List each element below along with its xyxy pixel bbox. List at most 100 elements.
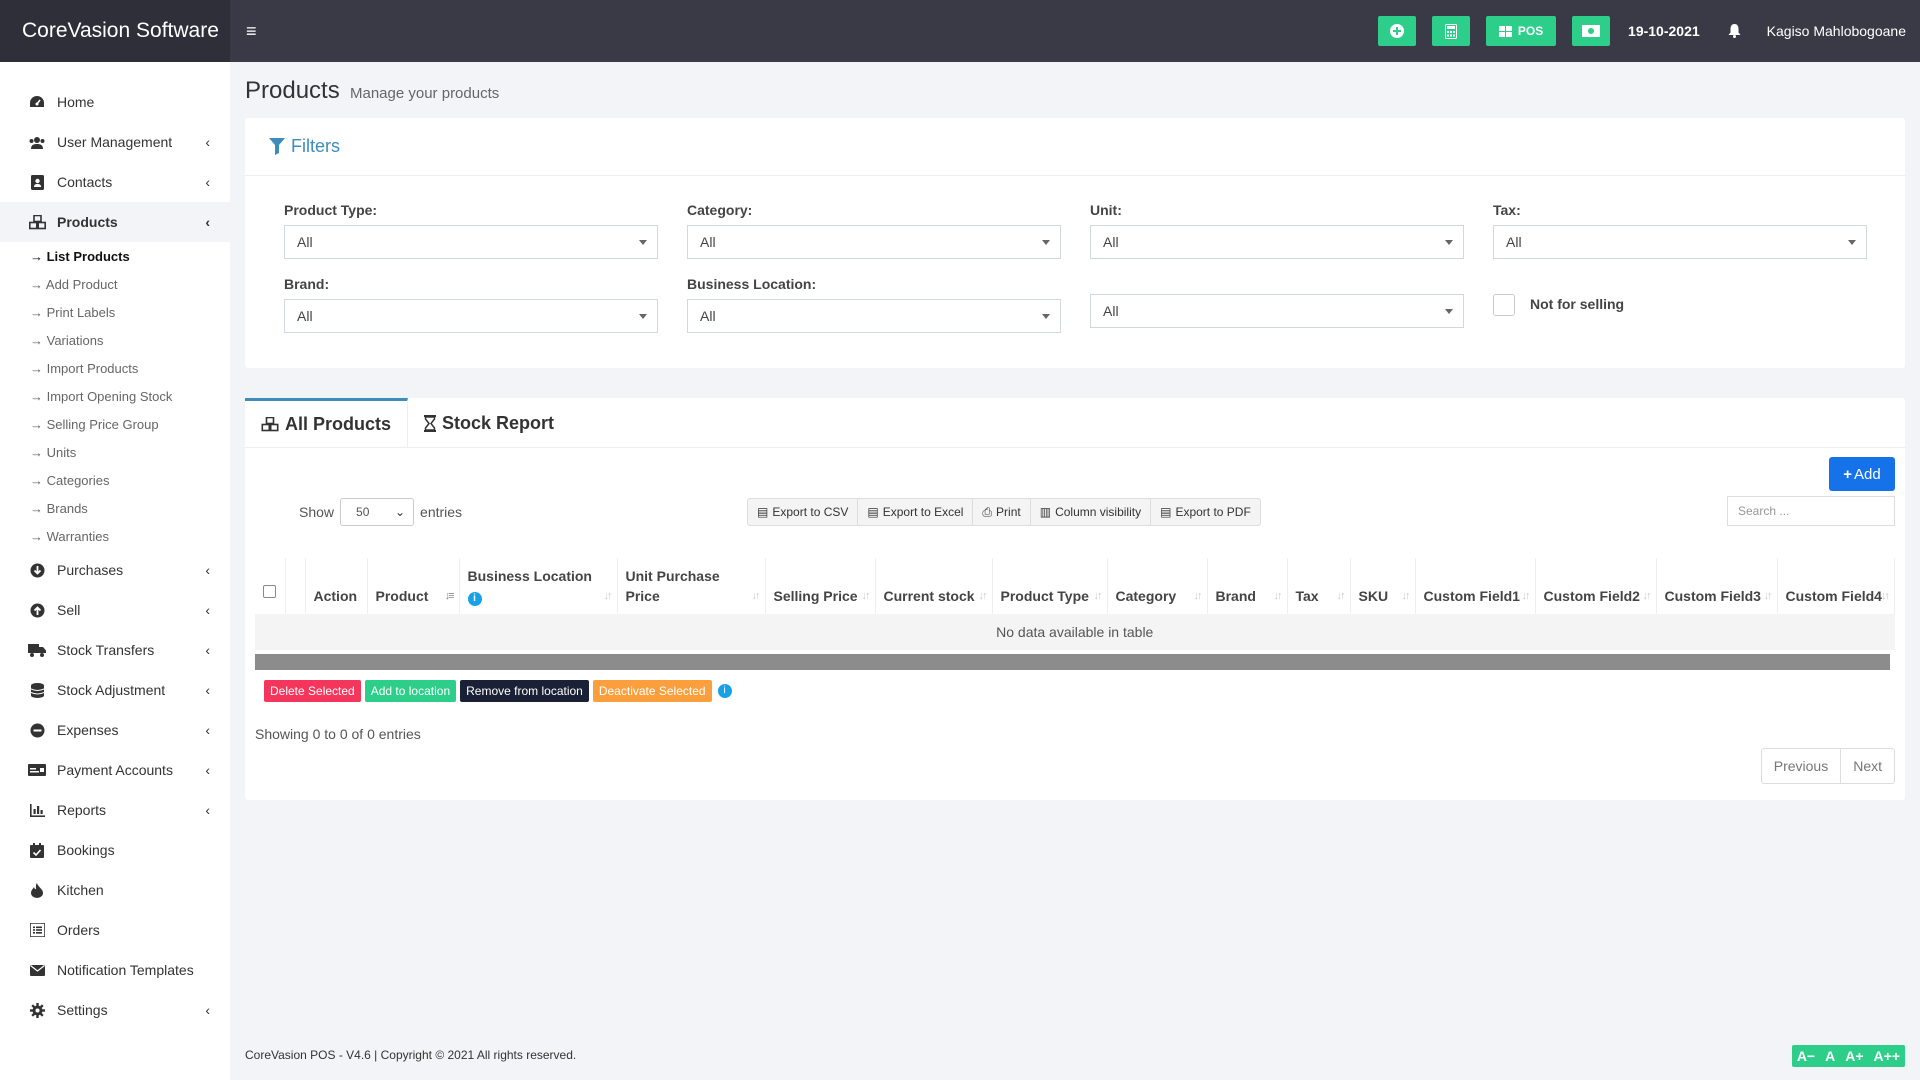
column-visibility-button[interactable]: ▥ Column visibility [1031, 499, 1152, 525]
sidebar-subitem-variations[interactable]: → Variations [0, 326, 230, 354]
sidebar-item-label: Sell [57, 602, 81, 618]
unit-select[interactable]: All [1090, 225, 1464, 259]
calculator-button[interactable] [1432, 16, 1471, 46]
export-excel-button[interactable]: ▤ Export to Excel [858, 499, 974, 525]
sidebar-item-sell[interactable]: Sell ‹ [0, 590, 230, 630]
previous-page-button[interactable]: Previous [1762, 749, 1842, 783]
column-header-product[interactable]: Product ↓≡ [367, 558, 460, 614]
column-header-custom-field4[interactable]: Custom Field4 ↓↑ [1777, 558, 1895, 614]
font-reset-button[interactable]: A [1820, 1045, 1840, 1067]
select-all-checkbox[interactable] [263, 585, 276, 598]
sidebar-item-home[interactable]: Home [0, 82, 230, 122]
not-for-selling-checkbox[interactable] [1493, 294, 1515, 316]
next-page-button[interactable]: Next [1841, 749, 1894, 783]
sort-icon: ↓↑ [1336, 590, 1346, 602]
sidebar-item-bookings[interactable]: Bookings [0, 830, 230, 870]
sidebar-item-stock-adjustment[interactable]: Stock Adjustment ‹ [0, 670, 230, 710]
filters-toggle[interactable]: Filters [245, 118, 1905, 176]
sidebar-subitem-units[interactable]: → Units [0, 438, 230, 466]
sidebar-subitem-selling-price-group[interactable]: → Selling Price Group [0, 410, 230, 438]
sidebar-item-label: Kitchen [57, 882, 104, 898]
column-header-tax[interactable]: Tax ↓↑ [1287, 558, 1351, 614]
brand-select[interactable]: All [284, 299, 658, 333]
table-header-row: Action Product ↓≡ Business Location i ↓↑ U… [255, 558, 1895, 614]
column-header-sku[interactable]: SKU ↓↑ [1350, 558, 1416, 614]
print-button[interactable]: ⎙ Print [973, 499, 1031, 525]
sidebar-item-kitchen[interactable]: Kitchen [0, 870, 230, 910]
sidebar-subitem-import-products[interactable]: → Import Products [0, 354, 230, 382]
sidebar-item-contacts[interactable]: Contacts ‹ [0, 162, 230, 202]
sidebar-item-reports[interactable]: Reports ‹ [0, 790, 230, 830]
column-header-custom-field2[interactable]: Custom Field2 ↓↑ [1535, 558, 1657, 614]
sidebar-subitem-list-products[interactable]: → List Products [0, 242, 230, 270]
sidebar-item-user-management[interactable]: User Management ‹ [0, 122, 230, 162]
sidebar-item-label: Bookings [57, 842, 115, 858]
column-header-business-location[interactable]: Business Location i ↓↑ [459, 558, 618, 614]
page-subtitle: Manage your products [350, 85, 500, 102]
tab-stock-report[interactable]: Stock Report [408, 398, 570, 448]
delete-selected-button[interactable]: Delete Selected [264, 680, 361, 702]
sidebar-subitem-warranties[interactable]: → Warranties [0, 522, 230, 550]
column-header-custom-field3[interactable]: Custom Field3 ↓↑ [1656, 558, 1778, 614]
column-header-unit-purchase-price[interactable]: Unit Purchase Price ↓↑ [617, 558, 766, 614]
cash-register-button[interactable] [1572, 16, 1611, 46]
sidebar-item-notification-templates[interactable]: Notification Templates [0, 950, 230, 990]
sidebar-item-label: Stock Transfers [57, 642, 155, 658]
column-header-category[interactable]: Category ↓↑ [1107, 558, 1208, 614]
sidebar-item-expenses[interactable]: Expenses ‹ [0, 710, 230, 750]
column-header-custom-field1[interactable]: Custom Field1 ↓↑ [1415, 558, 1536, 614]
export-buttons: ▤ Export to CSV ▤ Export to Excel ⎙ Print ▥… [747, 498, 1261, 526]
font-decrease-button[interactable]: A− [1792, 1045, 1820, 1067]
font-increase-more-button[interactable]: A++ [1869, 1045, 1905, 1067]
sidebar-item-purchases[interactable]: Purchases ‹ [0, 550, 230, 590]
sidebar-subitem-brands[interactable]: → Brands [0, 494, 230, 522]
sidebar-item-products[interactable]: Products ‹ [0, 202, 230, 242]
sidebar-subitem-categories[interactable]: → Categories [0, 466, 230, 494]
info-circle-icon[interactable]: i [717, 684, 732, 698]
tax-select[interactable]: All [1493, 225, 1867, 259]
export-csv-button[interactable]: ▤ Export to CSV [748, 499, 859, 525]
active-state-select[interactable]: All [1090, 294, 1464, 328]
notifications-bell-icon[interactable] [1728, 24, 1741, 38]
category-select[interactable]: All [687, 225, 1061, 259]
add-sale-button[interactable] [1378, 16, 1417, 46]
sidebar-item-stock-transfers[interactable]: Stock Transfers ‹ [0, 630, 230, 670]
user-menu[interactable]: Kagiso Mahlobogoane [1767, 23, 1906, 39]
sort-icon: ↓↑ [1642, 590, 1652, 602]
table-search-input[interactable]: Search ... [1727, 496, 1895, 526]
sidebar-toggle-icon[interactable]: ≡ [246, 21, 257, 42]
font-increase-button[interactable]: A+ [1840, 1045, 1868, 1067]
sort-asc-icon: ↓≡ [444, 590, 455, 602]
sort-icon: ↓↑ [1401, 590, 1411, 602]
deactivate-selected-button[interactable]: Deactivate Selected [592, 680, 712, 702]
chevron-left-icon: ‹ [205, 762, 210, 778]
column-header-selling-price[interactable]: Selling Price ↓↑ [765, 558, 876, 614]
sidebar-item-settings[interactable]: Settings ‹ [0, 990, 230, 1030]
horizontal-scrollbar[interactable] [255, 654, 1890, 670]
product-type-select[interactable]: All [284, 225, 658, 259]
pos-button[interactable]: POS [1486, 16, 1557, 46]
sidebar-subitem-print-labels[interactable]: → Print Labels [0, 298, 230, 326]
business-location-select[interactable]: All [687, 299, 1061, 333]
sidebar-subitem-add-product[interactable]: → Add Product [0, 270, 230, 298]
list-icon [27, 923, 47, 937]
sidebar-item-orders[interactable]: Orders [0, 910, 230, 950]
sidebar-subitem-import-opening-stock[interactable]: → Import Opening Stock [0, 382, 230, 410]
add-to-location-button[interactable]: Add to location [364, 680, 457, 702]
sidebar-item-payment-accounts[interactable]: Payment Accounts ‹ [0, 750, 230, 790]
business-location-value: All [700, 308, 716, 324]
export-pdf-button[interactable]: ▤ Export to PDF [1151, 499, 1260, 525]
column-header-product-type[interactable]: Product Type ↓↑ [992, 558, 1108, 614]
sidebar-item-label: Notification Templates [57, 962, 194, 978]
column-header-brand[interactable]: Brand ↓↑ [1207, 558, 1288, 614]
sidebar-item-label: Products [57, 214, 118, 230]
column-header-current-stock[interactable]: Current stock ↓↑ [875, 558, 993, 614]
tab-all-products[interactable]: All Products [245, 398, 409, 448]
brand-logo[interactable]: CoreVasion Software [0, 0, 230, 62]
chart-bar-icon [27, 803, 47, 817]
remove-from-location-button[interactable]: Remove from location [460, 680, 589, 702]
top-navbar: CoreVasion Software ≡ POS 19-10-2021 Kag… [0, 0, 1920, 62]
product-type-value: All [297, 234, 313, 250]
add-product-button[interactable]: + Add [1829, 457, 1895, 491]
page-length-select[interactable]: 50 ⌄ [340, 498, 415, 526]
